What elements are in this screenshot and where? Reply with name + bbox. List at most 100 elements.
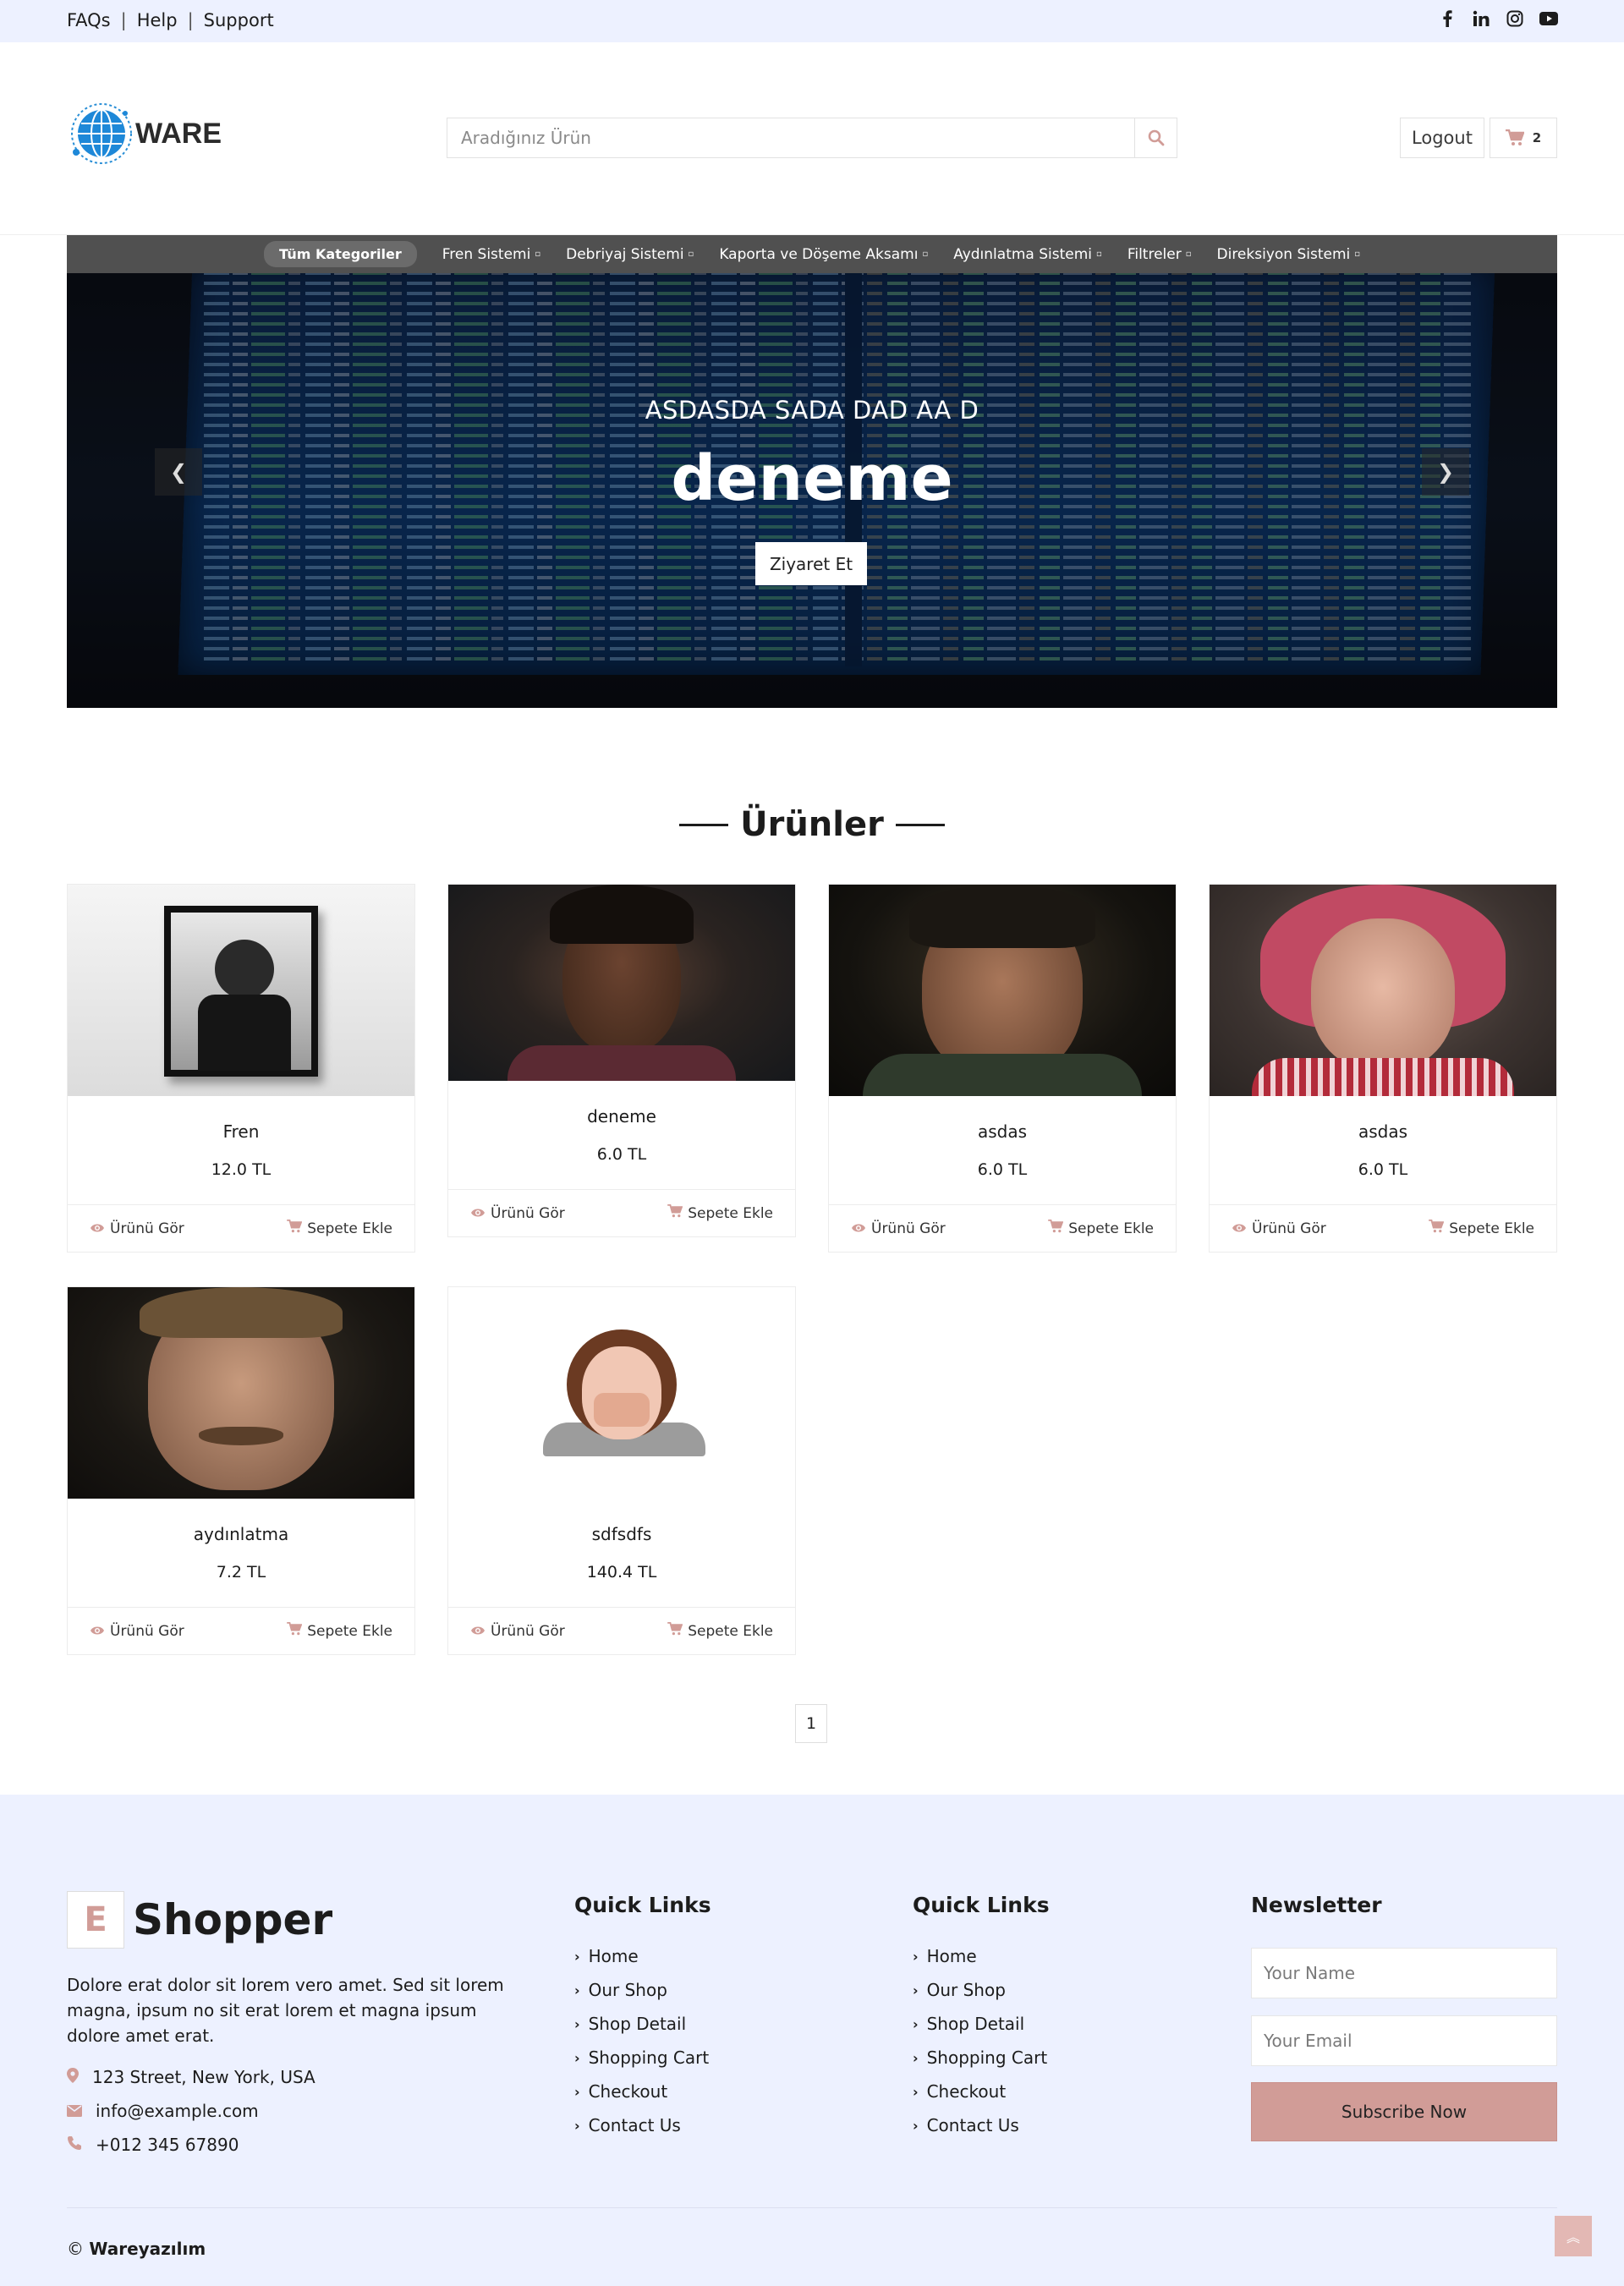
chevron-right-icon: › xyxy=(574,1982,580,1998)
product-name[interactable]: aydınlatma xyxy=(68,1524,414,1544)
add-to-cart-button[interactable]: Sepete Ekle xyxy=(667,1621,773,1640)
product-price: 6.0 TL xyxy=(596,1145,647,1164)
search-input[interactable] xyxy=(447,118,1134,157)
chevron-right-icon: › xyxy=(574,2049,580,2066)
back-to-top-button[interactable]: ︽ xyxy=(1555,2216,1592,2256)
category-filtreler[interactable]: Filtreler ▫ xyxy=(1127,246,1192,263)
product-image[interactable] xyxy=(448,885,795,1081)
footer-link-our-shop[interactable]: › Our Shop xyxy=(913,1973,1050,2007)
view-label: Ürünü Gör xyxy=(110,1220,184,1237)
footer-link-home[interactable]: › Home xyxy=(913,1939,1050,1973)
map-marker-icon xyxy=(67,2067,79,2087)
pagination-page-1[interactable]: 1 xyxy=(795,1704,827,1743)
add-label: Sepete Ekle xyxy=(1449,1220,1534,1237)
cart-icon xyxy=(287,1219,303,1237)
product-name[interactable]: sdfsdfs xyxy=(448,1524,795,1544)
product-image[interactable] xyxy=(1210,885,1556,1096)
logout-button[interactable]: Logout xyxy=(1400,118,1484,158)
site-logo[interactable]: WARE xyxy=(69,101,222,166)
chevron-right-icon: ❯ xyxy=(1436,460,1455,484)
footer-link-shop-detail[interactable]: › Shop Detail xyxy=(574,2007,711,2041)
add-to-cart-button[interactable]: Sepete Ekle xyxy=(287,1219,392,1237)
heading-line xyxy=(679,823,729,826)
search-button[interactable] xyxy=(1134,118,1177,157)
category-kaporta[interactable]: Kaporta ve Döşeme Aksamı ▫ xyxy=(719,246,928,263)
footer-link-shopping-cart[interactable]: › Shopping Cart xyxy=(913,2041,1050,2075)
caret-down-icon: ▫ xyxy=(1354,249,1361,259)
copyright-name[interactable]: Wareyazılım xyxy=(89,2239,206,2259)
footer-brand[interactable]: E Shopper xyxy=(67,1891,332,1949)
search-bar xyxy=(447,118,1177,158)
category-label: Direksiyon Sistemi xyxy=(1216,245,1351,263)
footer-link-label: Shopping Cart xyxy=(588,2048,710,2068)
add-to-cart-button[interactable]: Sepete Ekle xyxy=(1429,1219,1534,1237)
product-name[interactable]: deneme xyxy=(448,1106,795,1127)
footer-link-contact[interactable]: › Contact Us xyxy=(574,2108,711,2142)
footer-link-shopping-cart[interactable]: › Shopping Cart xyxy=(574,2041,711,2075)
view-product-button[interactable]: Ürünü Gör xyxy=(90,1220,184,1237)
view-label: Ürünü Gör xyxy=(110,1622,184,1640)
category-all[interactable]: Tüm Kategoriler xyxy=(263,241,417,267)
carousel-next-button[interactable]: ❯ xyxy=(1422,448,1469,496)
facebook-icon[interactable] xyxy=(1438,9,1457,28)
product-card: Fren 12.0 TL Ürünü Gör Sepete Ekle xyxy=(67,884,415,1253)
email-text[interactable]: info@example.com xyxy=(96,2101,259,2121)
subscribe-button[interactable]: Subscribe Now xyxy=(1251,2082,1557,2141)
separator: | xyxy=(120,10,127,30)
chevron-left-icon: ❮ xyxy=(169,460,188,484)
footer-link-label: Shop Detail xyxy=(926,2014,1025,2034)
product-image[interactable] xyxy=(68,1287,414,1499)
faqs-link[interactable]: FAQs xyxy=(67,10,111,30)
logo-text: WARE xyxy=(135,117,222,150)
product-image[interactable] xyxy=(829,885,1176,1096)
category-nav: Tüm Kategoriler Fren Sistemi ▫ Debriyaj S… xyxy=(67,235,1557,273)
footer-link-shop-detail[interactable]: › Shop Detail xyxy=(913,2007,1050,2041)
product-name[interactable]: asdas xyxy=(1210,1121,1556,1142)
product-name[interactable]: Fren xyxy=(68,1121,414,1142)
category-aydinlatma[interactable]: Aydınlatma Sistemi ▫ xyxy=(953,246,1102,263)
carousel-prev-button[interactable]: ❮ xyxy=(155,448,202,496)
product-image[interactable] xyxy=(68,885,414,1096)
footer-link-contact[interactable]: › Contact Us xyxy=(913,2108,1050,2142)
footer-link-checkout[interactable]: › Checkout xyxy=(574,2075,711,2108)
eye-icon xyxy=(851,1220,866,1237)
newsletter-email-input[interactable] xyxy=(1251,2015,1557,2066)
add-to-cart-button[interactable]: Sepete Ekle xyxy=(1048,1219,1154,1237)
view-product-button[interactable]: Ürünü Gör xyxy=(90,1623,184,1640)
add-label: Sepete Ekle xyxy=(688,1204,773,1222)
view-product-button[interactable]: Ürünü Gör xyxy=(851,1220,946,1237)
view-product-button[interactable]: Ürünü Gör xyxy=(470,1205,565,1222)
footer-link-our-shop[interactable]: › Our Shop xyxy=(574,1973,711,2007)
newsletter-column: Newsletter xyxy=(1251,1893,1382,1939)
support-link[interactable]: Support xyxy=(204,10,274,30)
add-to-cart-button[interactable]: Sepete Ekle xyxy=(667,1203,773,1222)
category-direksiyon[interactable]: Direksiyon Sistemi ▫ xyxy=(1217,246,1361,263)
add-label: Sepete Ekle xyxy=(1068,1220,1154,1237)
view-product-button[interactable]: Ürünü Gör xyxy=(1232,1220,1326,1237)
footer-link-label: Home xyxy=(588,1946,639,1966)
category-fren[interactable]: Fren Sistemi ▫ xyxy=(442,246,540,263)
footer-description: Dolore erat dolor sit lorem vero amet. S… xyxy=(67,1975,504,2046)
chevron-right-icon: › xyxy=(913,2117,919,2134)
linkedin-icon[interactable] xyxy=(1472,9,1490,28)
help-link[interactable]: Help xyxy=(137,10,178,30)
footer-link-checkout[interactable]: › Checkout xyxy=(913,2075,1050,2108)
newsletter-name-input[interactable] xyxy=(1251,1948,1557,1998)
cart-button[interactable]: 2 xyxy=(1490,118,1557,158)
view-product-button[interactable]: Ürünü Gör xyxy=(470,1623,565,1640)
cart-icon xyxy=(667,1621,683,1640)
visit-button[interactable]: Ziyaret Et xyxy=(755,542,867,585)
product-name[interactable]: asdas xyxy=(829,1121,1176,1142)
product-price: 12.0 TL xyxy=(211,1160,272,1179)
add-to-cart-button[interactable]: Sepete Ekle xyxy=(287,1621,392,1640)
footer-link-home[interactable]: › Home xyxy=(574,1939,711,1973)
chevron-right-icon: › xyxy=(913,1948,919,1965)
instagram-icon[interactable] xyxy=(1506,9,1524,28)
youtube-icon[interactable] xyxy=(1539,9,1558,28)
eye-icon xyxy=(90,1220,105,1237)
footer-link-label: Shopping Cart xyxy=(926,2048,1048,2068)
quick-links-column-1: Quick Links › Home › Our Shop › Shop Detail… xyxy=(574,1893,711,2142)
view-label: Ürünü Gör xyxy=(1252,1220,1326,1237)
product-image[interactable] xyxy=(448,1287,795,1499)
category-debriyaj[interactable]: Debriyaj Sistemi ▫ xyxy=(566,246,694,263)
